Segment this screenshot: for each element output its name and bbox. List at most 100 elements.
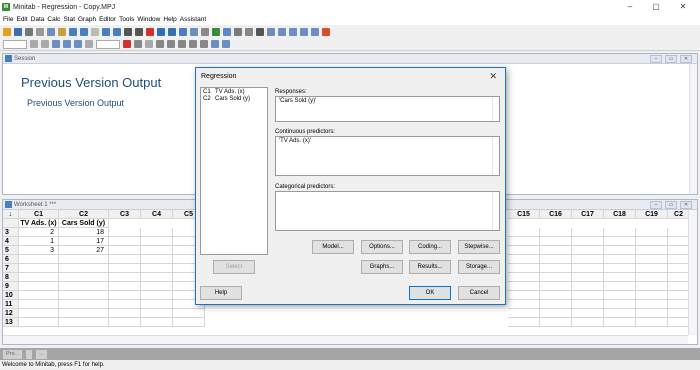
check-icon[interactable]	[311, 27, 319, 36]
grid-icon[interactable]	[85, 40, 93, 48]
table-cell[interactable]	[572, 246, 604, 255]
menu-window[interactable]: Window	[137, 16, 160, 23]
worksheet-vertical-scrollbar[interactable]	[688, 210, 697, 335]
rectangle-tool-icon[interactable]	[167, 40, 175, 48]
table-cell[interactable]	[141, 300, 173, 309]
table-cell[interactable]	[508, 246, 540, 255]
table-cell[interactable]	[59, 318, 109, 327]
help-icon[interactable]	[157, 27, 165, 36]
menu-stat[interactable]: Stat	[63, 16, 75, 23]
insert-rows-icon[interactable]	[102, 27, 110, 36]
table-cell[interactable]: 1	[19, 237, 59, 246]
graph-edit-icon[interactable]	[289, 27, 297, 36]
table-cell[interactable]	[141, 318, 173, 327]
table-cell[interactable]	[109, 291, 141, 300]
table-cell[interactable]	[141, 273, 173, 282]
table-cell[interactable]	[19, 318, 59, 327]
table-cell[interactable]	[636, 255, 668, 264]
table-cell[interactable]	[572, 255, 604, 264]
table-cell[interactable]	[109, 228, 141, 237]
column-header[interactable]: C4	[141, 210, 173, 219]
table-cell[interactable]	[540, 291, 572, 300]
variable-item[interactable]: C1 TV Ads. (x)	[203, 89, 245, 95]
table-cell[interactable]	[19, 264, 59, 273]
table-cell[interactable]	[636, 291, 668, 300]
table-cell[interactable]	[636, 309, 668, 318]
menu-tools[interactable]: Tools	[119, 16, 134, 23]
model-button[interactable]: Model...	[312, 240, 354, 254]
column-name-cell[interactable]: Cars Sold (y)	[59, 219, 109, 228]
cut-icon[interactable]	[36, 27, 44, 36]
table-cell[interactable]: 27	[59, 246, 109, 255]
table-cell[interactable]	[173, 318, 205, 327]
coding-button[interactable]: Coding...	[409, 240, 451, 254]
table-cell[interactable]	[508, 291, 540, 300]
table-cell[interactable]	[508, 282, 540, 291]
column-header[interactable]: C2	[59, 210, 109, 219]
variable-list[interactable]: C1 TV Ads. (x) C2 Cars Sold (y)	[200, 87, 268, 255]
table-cell[interactable]	[636, 273, 668, 282]
row-header[interactable]: 9	[3, 282, 19, 291]
help-button[interactable]: Help	[200, 286, 242, 300]
table-cell[interactable]	[668, 246, 690, 255]
table-cell[interactable]	[141, 291, 173, 300]
table-cell[interactable]	[59, 255, 109, 264]
table-cell[interactable]	[668, 228, 690, 237]
minimized-window[interactable]: ...	[36, 349, 47, 359]
table-cell[interactable]	[59, 282, 109, 291]
table-cell[interactable]	[540, 273, 572, 282]
cancel-icon[interactable]	[146, 27, 154, 36]
ellipse-tool-icon[interactable]	[178, 40, 186, 48]
menu-assistant[interactable]: Assistant	[180, 16, 206, 23]
calculator-icon[interactable]	[256, 27, 264, 36]
table-cell[interactable]	[572, 264, 604, 273]
table-cell[interactable]	[508, 273, 540, 282]
table-cell[interactable]	[109, 282, 141, 291]
row-header[interactable]: 10	[3, 291, 19, 300]
menu-graph[interactable]: Graph	[78, 16, 96, 23]
save-icon[interactable]	[14, 27, 22, 36]
table-cell[interactable]	[109, 264, 141, 273]
table-cell[interactable]	[141, 255, 173, 264]
table-cell[interactable]	[59, 300, 109, 309]
categorical-predictors-scrollbar[interactable]	[492, 192, 499, 230]
column-header[interactable]: C1	[19, 210, 59, 219]
table-cell[interactable]	[636, 318, 668, 327]
menu-calc[interactable]: Calc	[47, 16, 60, 23]
variable-item[interactable]: C2 Cars Sold (y)	[203, 96, 250, 102]
table-cell[interactable]	[508, 318, 540, 327]
table-cell[interactable]	[604, 273, 636, 282]
delete-icon[interactable]	[123, 40, 131, 48]
font-combo[interactable]	[3, 39, 27, 49]
open-icon[interactable]	[3, 27, 11, 36]
row-header[interactable]: 12	[3, 309, 19, 318]
table-cell[interactable]	[109, 237, 141, 246]
table-cell[interactable]	[540, 246, 572, 255]
related-documents-icon[interactable]	[234, 27, 242, 36]
table-cell[interactable]: 3	[19, 246, 59, 255]
table-cell[interactable]	[59, 273, 109, 282]
close-button[interactable]: ✕	[670, 0, 696, 14]
table-cell[interactable]	[141, 264, 173, 273]
table-cell[interactable]	[604, 237, 636, 246]
crosshairs-icon[interactable]	[52, 40, 60, 48]
set-id-icon[interactable]	[41, 40, 49, 48]
table-cell[interactable]	[19, 255, 59, 264]
table-cell[interactable]	[109, 273, 141, 282]
table-cell[interactable]	[109, 246, 141, 255]
table-cell[interactable]	[604, 228, 636, 237]
brush-tool-icon[interactable]	[30, 40, 38, 48]
table-cell[interactable]	[508, 300, 540, 309]
minimized-window[interactable]	[26, 349, 33, 359]
storage-button[interactable]: Storage...	[458, 260, 500, 274]
table-cell[interactable]	[572, 237, 604, 246]
table-cell[interactable]	[59, 309, 109, 318]
ok-button[interactable]: OK	[409, 286, 451, 300]
table-cell[interactable]	[604, 246, 636, 255]
minimize-button[interactable]: –	[617, 0, 643, 14]
print-icon[interactable]	[25, 27, 33, 36]
table-cell[interactable]	[604, 318, 636, 327]
table-cell[interactable]: 17	[59, 237, 109, 246]
table-cell[interactable]	[572, 300, 604, 309]
table-cell[interactable]	[572, 282, 604, 291]
